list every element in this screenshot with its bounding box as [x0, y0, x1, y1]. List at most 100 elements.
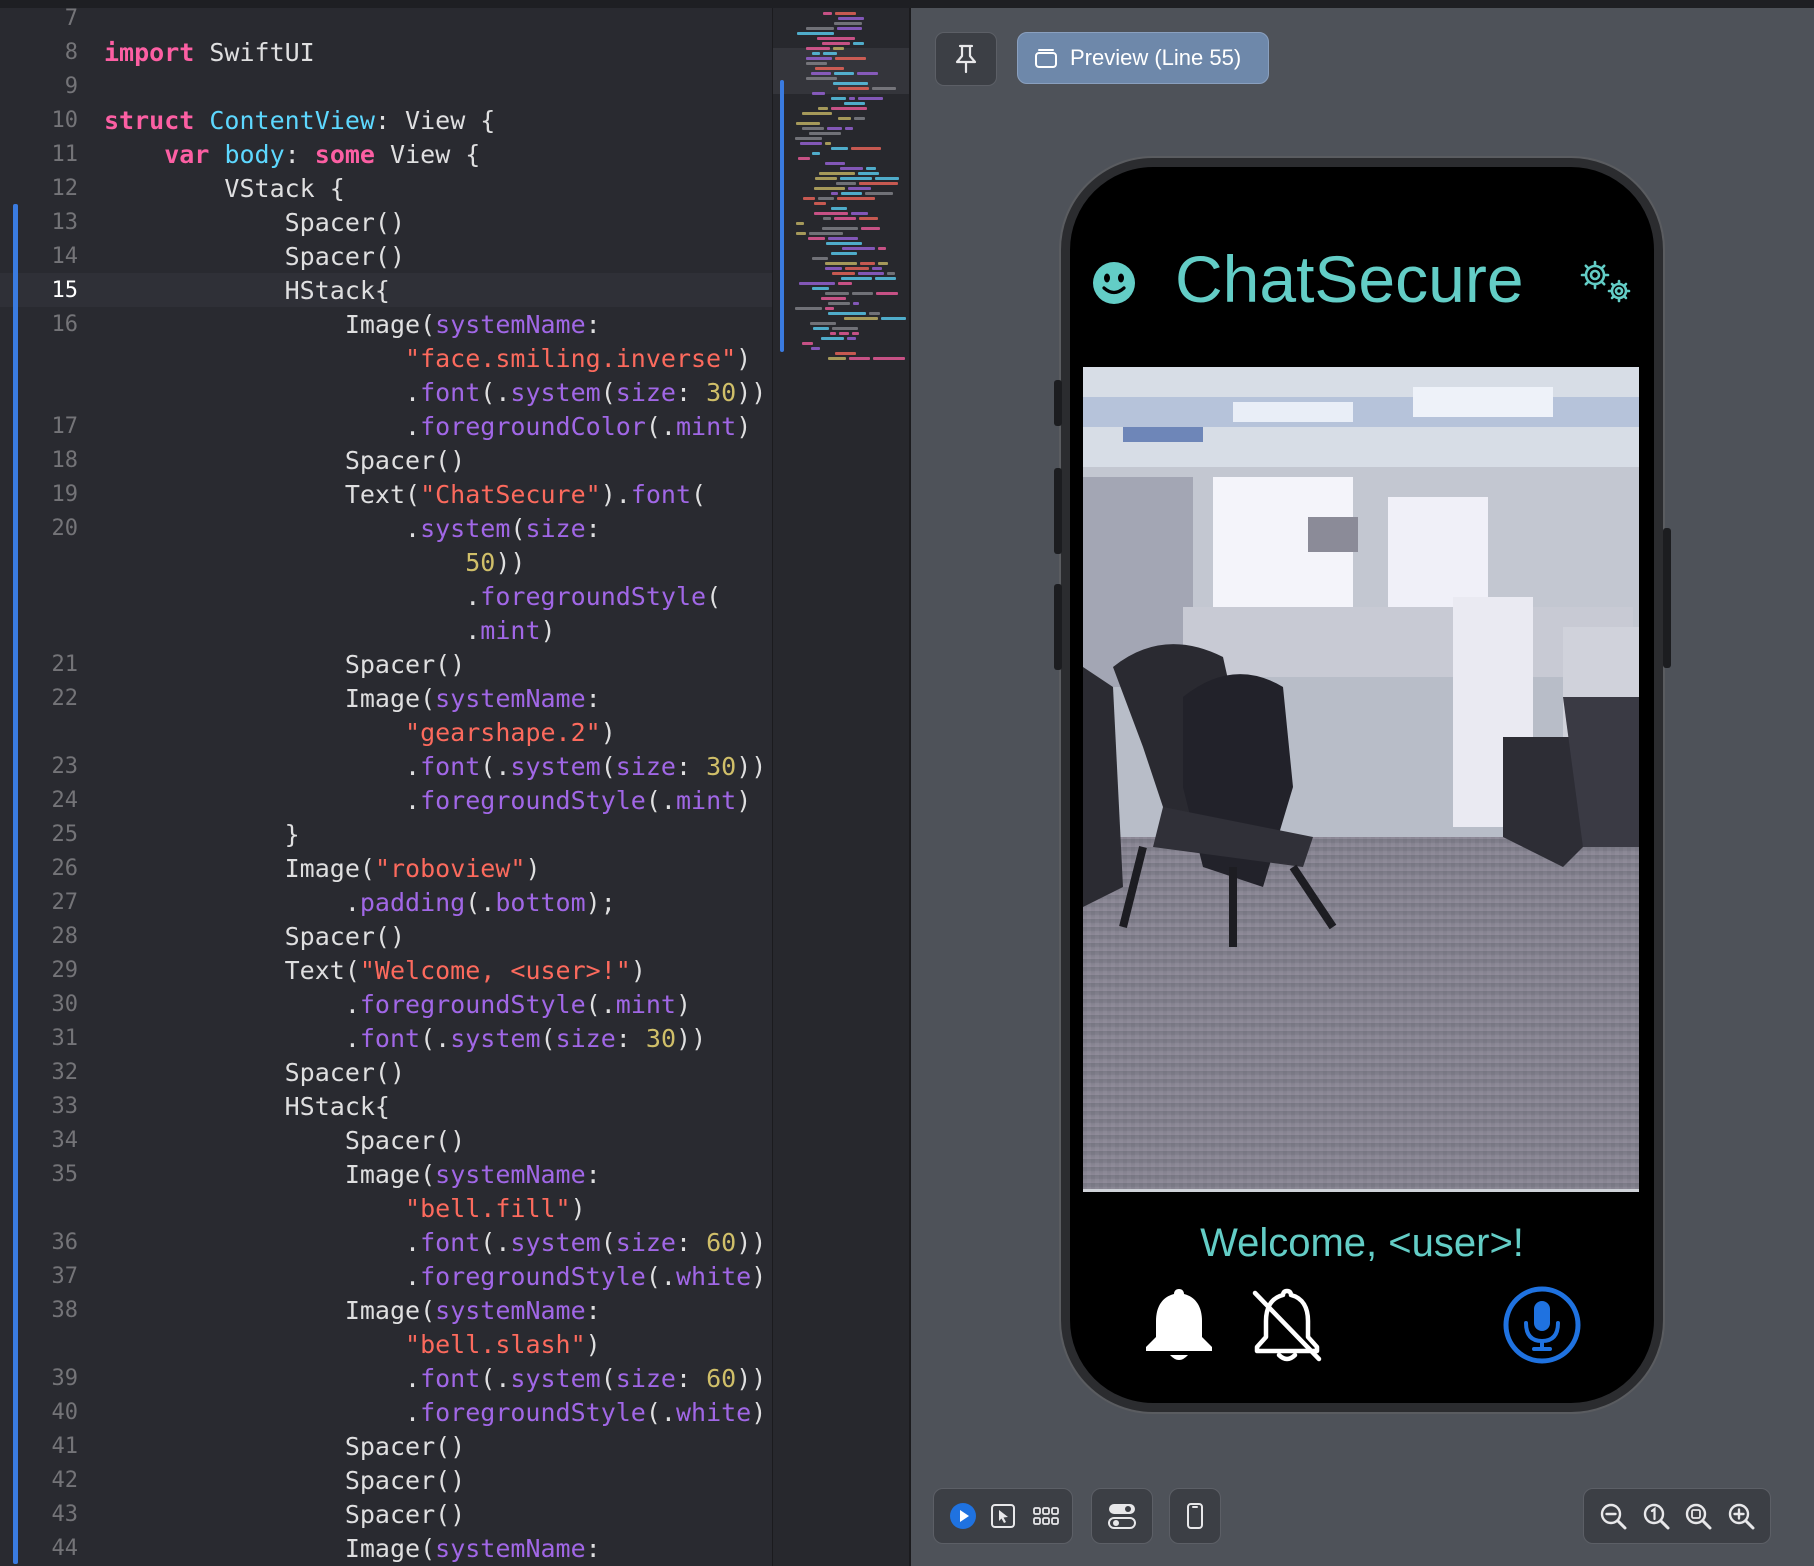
code-text[interactable]: .font(.system(size: 30)) — [104, 750, 766, 784]
code-line[interactable]: "face.smiling.inverse") — [0, 342, 772, 376]
code-line[interactable]: 23 .font(.system(size: 30)) — [0, 750, 772, 784]
code-text[interactable]: Spacer() — [104, 444, 465, 478]
code-line[interactable]: 11 var body: some View { — [0, 138, 772, 172]
code-line[interactable]: "bell.fill") — [0, 1192, 772, 1226]
code-text[interactable]: .font(.system(size: 30)) — [104, 1022, 706, 1056]
gearshape-2-icon[interactable] — [1577, 257, 1635, 307]
code-text[interactable]: .padding(.bottom); — [104, 886, 616, 920]
zoom-actual-icon[interactable] — [1641, 1501, 1671, 1531]
code-text[interactable]: 50)) — [104, 546, 525, 580]
code-line[interactable]: 27 .padding(.bottom); — [0, 886, 772, 920]
source-editor[interactable]: 7 8 import SwiftUI 9 10 struct ContentView: V… — [0, 0, 772, 1566]
code-text[interactable]: Image(systemName: — [104, 308, 601, 342]
code-line[interactable]: 36 .font(.system(size: 60)) — [0, 1226, 772, 1260]
code-text[interactable]: import SwiftUI — [104, 36, 315, 70]
code-text[interactable]: Spacer() — [104, 648, 465, 682]
code-text[interactable]: Image("roboview") — [104, 852, 541, 886]
code-text[interactable]: Spacer() — [104, 1124, 465, 1158]
minimap[interactable] — [772, 0, 910, 1566]
zoom-fit-icon[interactable] — [1683, 1501, 1713, 1531]
code-line[interactable]: 39 .font(.system(size: 60)) — [0, 1362, 772, 1396]
code-line[interactable]: 19 Text("ChatSecure").font( — [0, 478, 772, 512]
code-line[interactable]: 18 Spacer() — [0, 444, 772, 478]
code-line[interactable]: .foregroundStyle( — [0, 580, 772, 614]
code-text[interactable]: Text("Welcome, <user>!") — [104, 954, 646, 988]
code-line[interactable]: 24 .foregroundStyle(.mint) — [0, 784, 772, 818]
code-line[interactable]: 28 Spacer() — [0, 920, 772, 954]
code-line[interactable]: 29 Text("Welcome, <user>!") — [0, 954, 772, 988]
code-text[interactable]: HStack{ — [104, 1090, 390, 1124]
preview-selector-button[interactable]: Preview (Line 55) — [1017, 32, 1269, 84]
code-text[interactable]: .mint) — [104, 614, 555, 648]
code-line[interactable]: 12 VStack { — [0, 172, 772, 206]
bell-slash-icon[interactable] — [1247, 1285, 1327, 1365]
code-line[interactable]: 40 .foregroundStyle(.white) — [0, 1396, 772, 1430]
code-text[interactable]: VStack { — [104, 172, 344, 206]
code-line[interactable]: .font(.system(size: 30)) — [0, 376, 772, 410]
code-line[interactable]: "gearshape.2") — [0, 716, 772, 750]
code-lines[interactable]: 7 8 import SwiftUI 9 10 struct ContentView: V… — [0, 8, 772, 1566]
code-text[interactable]: } — [104, 818, 300, 852]
code-line[interactable]: 34 Spacer() — [0, 1124, 772, 1158]
code-text[interactable]: Spacer() — [104, 1430, 465, 1464]
face-smiling-inverse-icon[interactable] — [1092, 261, 1136, 305]
code-text[interactable]: Spacer() — [104, 240, 405, 274]
code-line[interactable]: 16 Image(systemName: — [0, 308, 772, 342]
code-text[interactable]: Spacer() — [104, 206, 405, 240]
code-text[interactable]: .font(.system(size: 30)) — [104, 376, 766, 410]
code-line[interactable]: 31 .font(.system(size: 30)) — [0, 1022, 772, 1056]
code-text[interactable]: Image(systemName: — [104, 682, 601, 716]
code-text[interactable]: var body: some View { — [104, 138, 480, 172]
code-line[interactable]: 15 HStack{ — [0, 274, 772, 308]
code-line[interactable]: 8 import SwiftUI — [0, 36, 772, 70]
code-text[interactable]: Image(systemName: — [104, 1532, 601, 1566]
code-line[interactable]: 32 Spacer() — [0, 1056, 772, 1090]
code-text[interactable]: .foregroundStyle(.mint) — [104, 988, 691, 1022]
code-text[interactable]: Text("ChatSecure").font( — [104, 478, 706, 512]
code-text[interactable]: Spacer() — [104, 1056, 405, 1090]
zoom-in-icon[interactable] — [1726, 1501, 1756, 1531]
code-text[interactable]: .foregroundStyle(.white) — [104, 1396, 766, 1430]
code-text[interactable]: "bell.slash") — [104, 1328, 601, 1362]
code-line[interactable]: 7 — [0, 8, 772, 36]
code-line[interactable]: 33 HStack{ — [0, 1090, 772, 1124]
zoom-out-icon[interactable] — [1598, 1501, 1628, 1531]
code-text[interactable]: "gearshape.2") — [104, 716, 616, 750]
code-line[interactable]: 17 .foregroundColor(.mint) — [0, 410, 772, 444]
code-line[interactable]: 43 Spacer() — [0, 1498, 772, 1532]
preview-canvas[interactable]: Preview (Line 55) ChatSecure Welcome, <u… — [909, 8, 1814, 1566]
code-line[interactable]: 41 Spacer() — [0, 1430, 772, 1464]
code-line[interactable]: 35 Image(systemName: — [0, 1158, 772, 1192]
code-line[interactable]: 21 Spacer() — [0, 648, 772, 682]
code-text[interactable]: HStack{ — [104, 274, 390, 308]
play-icon[interactable] — [948, 1501, 978, 1531]
code-line[interactable]: 44 Image(systemName: — [0, 1532, 772, 1566]
code-text[interactable]: .font(.system(size: 60)) — [104, 1362, 766, 1396]
code-line[interactable]: 13 Spacer() — [0, 206, 772, 240]
code-line[interactable]: 50)) — [0, 546, 772, 580]
code-text[interactable]: struct ContentView: View { — [104, 104, 495, 138]
code-line[interactable]: 37 .foregroundStyle(.white) — [0, 1260, 772, 1294]
code-line[interactable]: 42 Spacer() — [0, 1464, 772, 1498]
code-text[interactable]: .font(.system(size: 60)) — [104, 1226, 766, 1260]
select-pointer-icon[interactable] — [990, 1503, 1016, 1529]
code-text[interactable]: Image(systemName: — [104, 1158, 601, 1192]
code-text[interactable]: .foregroundStyle(.mint) — [104, 784, 751, 818]
code-line[interactable]: 10 struct ContentView: View { — [0, 104, 772, 138]
code-line[interactable]: 26 Image("roboview") — [0, 852, 772, 886]
code-text[interactable]: .foregroundStyle( — [104, 580, 721, 614]
bell-fill-icon[interactable] — [1142, 1285, 1216, 1365]
code-line[interactable]: "bell.slash") — [0, 1328, 772, 1362]
code-line[interactable]: 14 Spacer() — [0, 240, 772, 274]
code-line[interactable]: 25 } — [0, 818, 772, 852]
code-line[interactable]: 30 .foregroundStyle(.mint) — [0, 988, 772, 1022]
code-line[interactable]: 9 — [0, 70, 772, 104]
code-text[interactable]: .foregroundStyle(.white) — [104, 1260, 766, 1294]
code-text[interactable]: "bell.fill") — [104, 1192, 586, 1226]
code-line[interactable]: .mint) — [0, 614, 772, 648]
code-text[interactable]: "face.smiling.inverse") — [104, 342, 751, 376]
code-text[interactable]: Spacer() — [104, 1498, 465, 1532]
code-line[interactable]: 20 .system(size: — [0, 512, 772, 546]
device-settings-button[interactable] — [1169, 1488, 1221, 1544]
code-text[interactable]: Spacer() — [104, 1464, 465, 1498]
